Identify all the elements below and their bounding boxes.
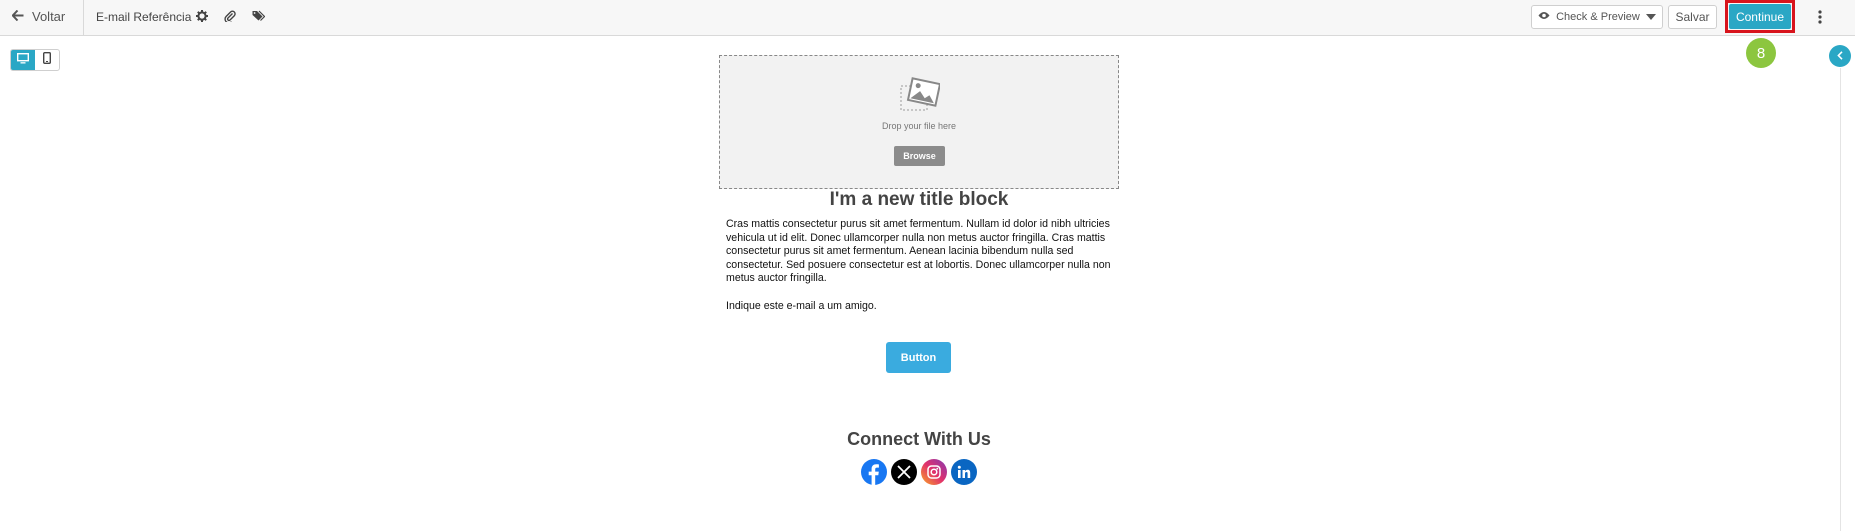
connect-title: Connect With Us: [847, 429, 991, 449]
instagram-icon[interactable]: [921, 459, 947, 485]
chevron-left-icon: [1837, 47, 1843, 65]
paperclip-icon[interactable]: [222, 8, 238, 24]
more-options-icon[interactable]: [1812, 8, 1828, 26]
caret-down-icon: [1645, 11, 1656, 23]
mobile-icon: [42, 51, 51, 69]
device-toggle: [10, 49, 60, 71]
desktop-view-button[interactable]: [11, 50, 35, 70]
desktop-icon: [16, 51, 30, 69]
save-button[interactable]: Salvar: [1668, 5, 1717, 29]
back-label: Voltar: [32, 9, 66, 24]
body-paragraph: Cras mattis consectetur purus sit amet f…: [726, 218, 1111, 285]
panel-scroll-track: [1840, 68, 1841, 531]
check-preview-button[interactable]: Check & Preview: [1531, 5, 1663, 29]
document-title: E-mail Referência: [96, 9, 192, 24]
back-button[interactable]: Voltar: [11, 0, 66, 33]
tags-icon[interactable]: [250, 8, 266, 24]
referral-text: Indique este e-mail a um amigo.: [726, 299, 877, 312]
side-panel-toggle[interactable]: [1829, 45, 1851, 67]
continue-button[interactable]: Continue: [1729, 4, 1791, 29]
facebook-icon[interactable]: [861, 459, 887, 485]
dropzone-text: Drop your file here: [881, 121, 957, 131]
email-cta-button[interactable]: Button: [886, 342, 951, 373]
image-dropzone[interactable]: Drop your file here Browse: [719, 55, 1119, 189]
email-title-block[interactable]: I'm a new title block: [719, 189, 1119, 211]
image-placeholder-icon: [900, 76, 942, 117]
social-icons: [861, 459, 977, 485]
check-preview-label: Check & Preview: [1556, 11, 1640, 23]
eye-icon: [1538, 11, 1550, 23]
arrow-left-icon: [11, 9, 24, 24]
linkedin-icon[interactable]: [951, 459, 977, 485]
top-toolbar: Voltar E-mail Referência Check & Preview…: [0, 0, 1855, 36]
gear-icon[interactable]: [194, 8, 210, 24]
x-icon[interactable]: [891, 459, 917, 485]
email-text-block[interactable]: Cras mattis consectetur purus sit amet f…: [726, 218, 1116, 327]
continue-highlight: Continue: [1725, 0, 1795, 33]
mobile-view-button[interactable]: [35, 50, 59, 70]
toolbar-divider: [83, 0, 84, 35]
step-badge: 8: [1746, 38, 1776, 68]
browse-button[interactable]: Browse: [894, 146, 945, 166]
